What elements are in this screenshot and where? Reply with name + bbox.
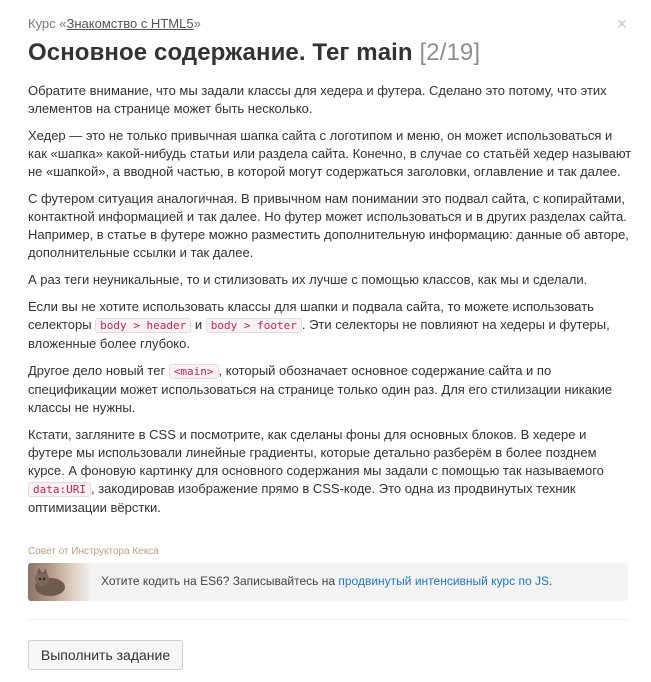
code-data-uri: data:URI (28, 482, 91, 497)
code-body-header: body > header (95, 318, 192, 333)
step-counter: [2/19] (419, 39, 481, 66)
close-icon[interactable]: × (613, 15, 631, 33)
tip-box: Хотите кодить на ES6? Записывайтесь на п… (28, 563, 628, 601)
code-main-tag: <main> (168, 364, 219, 379)
tip-text-end: . (548, 574, 553, 588)
tip-text-main: Хотите кодить на ES6? Записывайтесь на (101, 574, 339, 588)
paragraph-7-text-a: Кстати, загляните в CSS и посмотрите, ка… (28, 427, 604, 478)
paragraph-6-text-a: Другое дело новый тег (28, 363, 169, 378)
submit-task-button[interactable]: Выполнить задание (28, 640, 183, 670)
course-link[interactable]: Знакомство с HTML5 (67, 16, 194, 31)
divider (28, 619, 628, 620)
course-suffix: » (193, 16, 201, 31)
paragraph-3: С футером ситуация аналогичная. В привыч… (28, 191, 629, 260)
course-prefix: Курс « (28, 16, 67, 31)
paragraph-7-text-b: , закодировав изображение прямо в CSS-ко… (28, 481, 576, 515)
paragraph-4: А раз теги неуникальные, то и стилизоват… (28, 272, 588, 287)
tip-text: Хотите кодить на ES6? Записывайтесь на п… (101, 574, 552, 588)
paragraph-5: Если вы не хотите использовать классы дл… (28, 298, 632, 353)
paragraph-5-text-b: и (191, 317, 206, 332)
course-breadcrumb: Курс «Знакомство с HTML5» (28, 16, 201, 31)
paragraph-1: Обратите внимание, что мы задали классы … (28, 83, 607, 116)
title-text: Основное содержание. Тег main (28, 39, 413, 66)
tip-label: Совет от Инструктора Кекса (28, 546, 159, 557)
code-body-footer: body > footer (205, 318, 302, 333)
js-course-link[interactable]: продвинутый интенсивный курс по JS (338, 574, 549, 588)
cat-icon (35, 568, 65, 596)
page-title: Основное содержание. Тег main [2/19] (28, 39, 480, 67)
paragraph-2: Хедер — это не только привычная шапка са… (28, 128, 632, 179)
lesson-content: Обратите внимание, что мы задали классы … (28, 82, 632, 526)
instructor-avatar (28, 563, 92, 601)
paragraph-7: Кстати, загляните в CSS и посмотрите, ка… (28, 426, 632, 517)
paragraph-6: Другое дело новый тег <main>, который об… (28, 362, 632, 417)
